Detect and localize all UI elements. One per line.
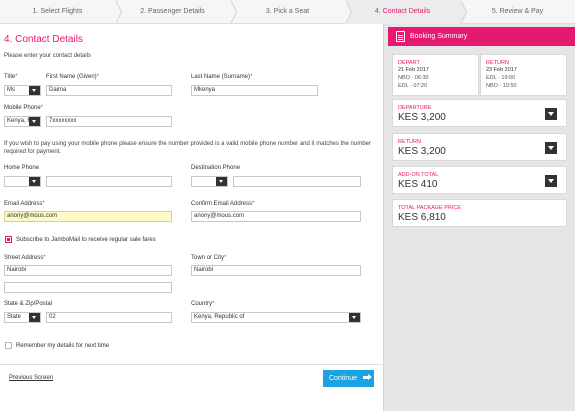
depart-date: 21 Feb 2017 xyxy=(398,67,429,73)
return-label: RETURN xyxy=(486,60,509,66)
title-select[interactable]: Ms xyxy=(4,85,41,96)
street-address-line2-input[interactable] xyxy=(4,282,172,293)
step-pick-seat[interactable]: 3. Pick a Seat xyxy=(230,0,352,24)
document-icon xyxy=(396,31,405,42)
step-contact-details: 4. Contact Details xyxy=(345,0,467,24)
return-price-label: RETURN xyxy=(398,139,421,145)
depart-line1: NBO · 06:30 xyxy=(398,75,429,81)
street-address-label: Street Address* xyxy=(4,255,46,261)
email-input[interactable]: anony@mous.com xyxy=(4,211,172,222)
footer-divider xyxy=(0,364,383,365)
mobile-phone-input[interactable]: 7xxxxxxxx xyxy=(46,116,172,127)
state-select[interactable]: State xyxy=(4,312,41,323)
remember-checkbox[interactable] xyxy=(5,342,12,349)
departure-price-label: DEPARTURE xyxy=(398,105,432,111)
chevron-down-icon xyxy=(29,117,40,126)
continue-button[interactable]: Continue xyxy=(323,370,374,387)
page-subtitle: Please enter your contact details xyxy=(4,53,92,59)
title-label: Title* xyxy=(4,74,18,80)
street-address-input[interactable]: Nairobi xyxy=(4,265,172,276)
return-card: RETURN 23 Feb 2017 EDL · 19:00 NBO · 19:… xyxy=(480,54,567,96)
total-price-card: TOTAL PACKAGE PRICE KES 6,810 xyxy=(392,199,567,227)
depart-card: DEPART 21 Feb 2017 NBO · 06:30 EDL · 07:… xyxy=(392,54,479,96)
addon-total-label: ADD-ON TOTAL xyxy=(398,172,439,178)
chevron-down-icon[interactable] xyxy=(545,175,557,187)
previous-screen-link[interactable]: Previous Screen xyxy=(9,375,53,381)
last-name-input[interactable]: Mkenya xyxy=(191,85,318,96)
subscribe-label: Subscribe to JamboMail to receive regula… xyxy=(16,237,156,243)
chevron-down-icon xyxy=(29,177,40,186)
chevron-down-icon xyxy=(29,86,40,95)
town-input[interactable]: Nairobi xyxy=(191,265,361,276)
home-phone-label: Home Phone xyxy=(4,165,40,171)
state-zip-label: State & Zip/Postal xyxy=(4,301,53,307)
last-name-label: Last Name (Surname)* xyxy=(191,74,253,80)
step-review-pay[interactable]: 5. Review & Pay xyxy=(460,0,575,24)
confirm-email-label: Confirm Email Address* xyxy=(191,201,255,207)
addon-total-value: KES 410 xyxy=(398,179,438,190)
mobile-country-select[interactable]: Kenya, R xyxy=(4,116,41,127)
page-title: 4. Contact Details xyxy=(4,34,83,45)
booking-summary-panel: Booking Summary DEPART 21 Feb 2017 NBO ·… xyxy=(383,24,575,411)
departure-price-value: KES 3,200 xyxy=(398,112,446,123)
home-phone-input[interactable] xyxy=(46,176,172,187)
country-select[interactable]: Kenya, Republic of xyxy=(191,312,361,323)
remember-label: Remember my details for next time xyxy=(16,343,110,349)
return-line2: NBO · 19:50 xyxy=(486,83,517,89)
step-select-flights[interactable]: 1. Select Flights xyxy=(0,0,122,24)
step-passenger-details[interactable]: 2. Passenger Details xyxy=(115,0,237,24)
chevron-down-icon[interactable] xyxy=(545,142,557,154)
depart-label: DEPART xyxy=(398,60,420,66)
mobile-payment-note: If you wish to pay using your mobile pho… xyxy=(4,141,371,155)
confirm-email-input[interactable]: anony@mous.com xyxy=(191,211,361,222)
town-label: Town or City* xyxy=(191,255,227,261)
home-phone-country-select[interactable] xyxy=(4,176,41,187)
arrow-right-icon xyxy=(363,374,372,380)
zip-input[interactable]: 02 xyxy=(46,312,172,323)
destination-phone-input[interactable] xyxy=(233,176,361,187)
booking-steps: 1. Select Flights 2. Passenger Details 3… xyxy=(0,0,575,24)
first-name-input[interactable]: Daima xyxy=(46,85,172,96)
chevron-down-icon xyxy=(216,177,227,186)
return-price-card[interactable]: RETURN KES 3,200 xyxy=(392,133,567,161)
subscribe-checkbox[interactable] xyxy=(5,236,12,243)
departure-price-card[interactable]: DEPARTURE KES 3,200 xyxy=(392,99,567,127)
mobile-phone-label: Mobile Phone* xyxy=(4,105,44,111)
email-label: Email Address* xyxy=(4,201,45,207)
chevron-down-icon xyxy=(29,313,40,322)
total-price-value: KES 6,810 xyxy=(398,212,446,223)
return-date: 23 Feb 2017 xyxy=(486,67,517,73)
return-line1: EDL · 19:00 xyxy=(486,75,516,81)
addon-total-card[interactable]: ADD-ON TOTAL KES 410 xyxy=(392,166,567,194)
first-name-label: First Name (Given)* xyxy=(46,74,100,80)
destination-phone-label: Destination Phone xyxy=(191,165,241,171)
depart-line2: EDL · 07:20 xyxy=(398,83,428,89)
total-price-label: TOTAL PACKAGE PRICE xyxy=(398,205,462,211)
chevron-down-icon[interactable] xyxy=(545,108,557,120)
return-price-value: KES 3,200 xyxy=(398,146,446,157)
chevron-down-icon xyxy=(349,313,360,322)
booking-summary-header: Booking Summary xyxy=(388,27,575,46)
country-label: Country* xyxy=(191,301,215,307)
destination-phone-country-select[interactable] xyxy=(191,176,228,187)
contact-form-panel: 4. Contact Details Please enter your con… xyxy=(0,24,383,411)
